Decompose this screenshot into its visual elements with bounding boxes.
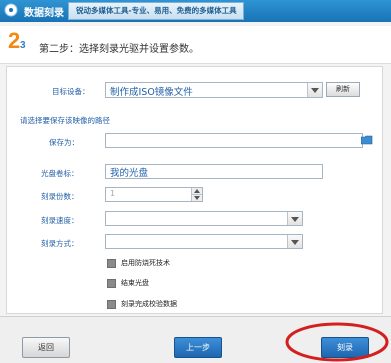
app-logo-icon — [4, 3, 18, 17]
mode-select[interactable] — [105, 234, 303, 249]
step-header: 2 3 第二步：选择刻录光驱并设置参数。 — [0, 26, 391, 64]
option-label: 启用防烧死技术 — [121, 259, 170, 267]
tagline-banner: 锐动多媒体工具-专业、易用、免费的多媒体工具 — [68, 2, 244, 20]
step-description: 第二步：选择刻录光驱并设置参数。 — [39, 44, 199, 55]
stepper-up-icon[interactable] — [191, 188, 202, 195]
settings-panel: 目标设备： 制作成ISO镜像文件 刷新 请选择要保存该映像的路径 保存为： 光盘… — [6, 66, 383, 314]
option-label: 结束光盘 — [121, 279, 149, 287]
checkbox[interactable] — [107, 279, 116, 288]
prev-step-button[interactable]: 上一步 — [174, 337, 222, 358]
dropdown-arrow-icon[interactable] — [287, 235, 302, 248]
back-button[interactable]: 返回 — [22, 337, 70, 358]
step-total-number: 3 — [20, 40, 26, 51]
copies-label: 刻录份数： — [41, 192, 79, 201]
tagline-text: 锐动多媒体工具-专业、易用、免费的多媒体工具 — [76, 6, 237, 15]
speed-select[interactable] — [105, 211, 303, 226]
checkbox[interactable] — [107, 259, 116, 268]
target-device-label: 目标设备： — [52, 87, 90, 96]
save-as-label: 保存为： — [49, 138, 79, 147]
option-label: 刻录完成校验数据 — [121, 300, 177, 308]
save-path-hint: 请选择要保存该映像的路径 — [20, 116, 110, 125]
copies-value: 1 — [110, 189, 116, 198]
target-device-select[interactable]: 制作成ISO镜像文件 — [105, 82, 323, 98]
speed-label: 刻录速度： — [41, 216, 79, 225]
refresh-button[interactable]: 刷新 — [326, 82, 360, 97]
disc-label-label: 光盘卷标： — [41, 169, 79, 178]
dropdown-arrow-icon[interactable] — [287, 212, 302, 225]
folder-icon[interactable] — [361, 135, 373, 145]
mode-label: 刻录方式： — [41, 239, 79, 248]
highlight-circle-annotation — [285, 322, 389, 362]
title-bar: 数据刻录 锐动多媒体工具-专业、易用、免费的多媒体工具 — [0, 0, 391, 22]
copies-stepper[interactable]: 1 — [105, 187, 203, 202]
save-as-input[interactable] — [105, 133, 363, 148]
checkbox[interactable] — [107, 300, 116, 309]
disc-label-input[interactable]: 我的光盘 — [105, 164, 323, 179]
stepper-down-icon[interactable] — [191, 195, 202, 201]
dropdown-arrow-icon[interactable] — [307, 83, 322, 97]
disc-label-value: 我的光盘 — [110, 168, 149, 179]
app-title: 数据刻录 — [24, 8, 64, 19]
target-device-value: 制作成ISO镜像文件 — [110, 87, 193, 98]
step-current-number: 2 — [8, 28, 21, 53]
